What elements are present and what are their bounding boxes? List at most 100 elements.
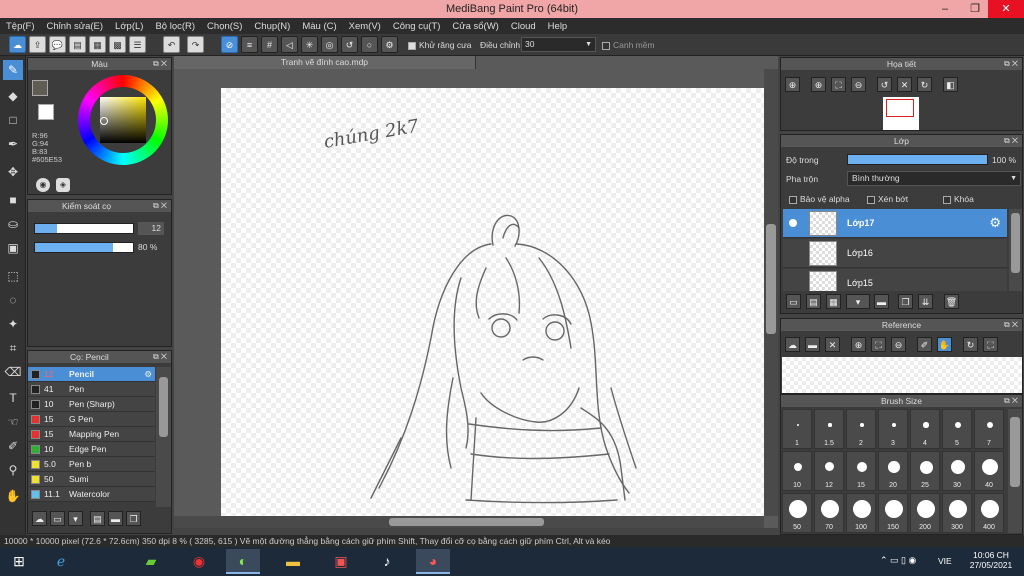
brush-size-scrollbar[interactable] [1008, 409, 1022, 533]
layer-list-scrollbar[interactable] [1009, 209, 1022, 291]
blend-mode-select[interactable]: Bình thường ▼ [847, 171, 1021, 186]
gradient-tool-icon[interactable]: ▣ [3, 238, 23, 258]
brush-opacity-slider[interactable] [34, 242, 134, 253]
brush-size-option[interactable]: 40 [974, 451, 1004, 491]
circle-snap-icon[interactable]: ◎ [321, 36, 338, 53]
close-button[interactable]: ✕ [988, 0, 1024, 18]
eyedropper-icon[interactable]: ✐ [917, 337, 932, 352]
brush-list-scrollbar[interactable] [156, 367, 171, 507]
menu-filter[interactable]: Bộ lọc(R) [155, 21, 195, 32]
rotate-reset-icon[interactable]: ✕ [897, 77, 912, 92]
medibang-taskbar-icon[interactable]: ◕ [416, 549, 450, 574]
add-brush-menu-icon[interactable]: ▾ [68, 511, 83, 526]
brush-item-g-pen[interactable]: 15 G Pen [28, 412, 155, 427]
app-icon[interactable]: ◐ [226, 549, 260, 574]
menu-snap[interactable]: Chụp(N) [254, 21, 290, 32]
bluestacks-icon[interactable]: ▰ [134, 549, 168, 574]
flip-icon[interactable]: ◧ [943, 77, 958, 92]
hue-ring[interactable] [78, 75, 168, 165]
canvas-vertical-scrollbar[interactable] [764, 69, 778, 516]
duplicate-icon[interactable]: ❐ [126, 511, 141, 526]
menu-select[interactable]: Chọn(S) [207, 21, 242, 32]
delete-layer-icon[interactable]: 🗑 [944, 294, 959, 309]
duplicate-layer-icon[interactable]: ❐ [898, 294, 913, 309]
eyedropper-icon[interactable]: ⚲ [3, 460, 23, 480]
menu-help[interactable]: Help [548, 21, 568, 32]
adjust-select[interactable]: 30 ▼ [521, 37, 596, 52]
windows-start-icon[interactable]: ⊞ [2, 549, 36, 574]
share-icon[interactable]: ⇪ [29, 36, 46, 53]
brush-size-option[interactable]: 25 [910, 451, 940, 491]
parallel-snap-icon[interactable]: ≡ [241, 36, 258, 53]
internet-explorer-icon[interactable]: ℯ [44, 549, 78, 574]
scrollbar-thumb[interactable] [159, 377, 168, 437]
brush-size-option[interactable]: 400 [974, 493, 1004, 533]
folder-icon[interactable]: ▬ [108, 511, 123, 526]
settings-gear-icon[interactable]: ⚙ [381, 36, 398, 53]
file-explorer-icon[interactable]: ▬ [276, 549, 310, 574]
rotate-icon[interactable]: ↻ [963, 337, 978, 352]
scrollbar-thumb[interactable] [389, 518, 544, 526]
brush-item-pen-sharp[interactable]: 10 Pen (Sharp) [28, 397, 155, 412]
brush-size-option[interactable]: 2 [846, 409, 876, 449]
grid-icon[interactable]: ▩ [109, 36, 126, 53]
dropper-tool-icon[interactable]: ✐ [3, 436, 23, 456]
add-layer-menu-icon[interactable]: ▾ [846, 294, 870, 309]
add-layer-icon[interactable]: ▭ [786, 294, 801, 309]
brush-size-slider[interactable] [34, 223, 134, 234]
fill-tool-icon[interactable]: ⛀ [3, 214, 23, 234]
brush-item-pencil[interactable]: 12 Pencil ⚙ [28, 367, 155, 382]
menu-color[interactable]: Màu (C) [302, 21, 336, 32]
palette-icon[interactable]: ◉ [36, 178, 50, 192]
protect-alpha-checkbox[interactable]: Bảo vệ alpha [789, 194, 850, 204]
merge-layer-icon[interactable]: ⇊ [918, 294, 933, 309]
navigator-viewport[interactable] [886, 99, 914, 117]
lock-checkbox[interactable]: Khóa [943, 194, 974, 204]
cloud-icon[interactable]: ☁ [9, 36, 26, 53]
add-halftone-layer-icon[interactable]: ▤ [806, 294, 821, 309]
menu-window[interactable]: Cửa sổ(W) [452, 21, 498, 32]
rotate-right-icon[interactable]: ↻ [917, 77, 932, 92]
layer-row[interactable]: Lớp17 ⚙ [783, 209, 1007, 238]
layer-row[interactable]: Lớp16 [783, 239, 1007, 268]
magic-wand-icon[interactable]: ✦ [3, 314, 23, 334]
menu-edit[interactable]: Chỉnh sửa(E) [47, 21, 104, 32]
brush-size-option[interactable]: 150 [878, 493, 908, 533]
brush-item-mapping-pen[interactable]: 15 Mapping Pen [28, 427, 155, 442]
cloud-download-icon[interactable]: ☁ [32, 511, 47, 526]
shape-tool-icon[interactable]: ■ [3, 190, 23, 210]
curve-snap-icon[interactable]: ↺ [341, 36, 358, 53]
brush-size-option[interactable]: 10 [782, 451, 812, 491]
brush-size-value[interactable]: 12 [138, 222, 164, 235]
panel-close-icon[interactable]: ⧉ ✕ [1004, 58, 1018, 70]
menu-cloud[interactable]: Cloud [511, 21, 536, 32]
redo-icon[interactable]: ↷ [187, 36, 204, 53]
radial-snap-icon[interactable]: ✳ [301, 36, 318, 53]
antialias-checkbox[interactable]: Khử răng cưa [408, 40, 472, 50]
close-icon[interactable]: ✕ [825, 337, 840, 352]
color-sample-icon[interactable]: ◈ [56, 178, 70, 192]
brush-size-option[interactable]: 50 [782, 493, 812, 533]
powerpoint-icon[interactable]: ▣ [324, 549, 358, 574]
color-picker-cursor[interactable] [100, 117, 108, 125]
foreground-color-swatch[interactable] [32, 80, 48, 96]
maximize-button[interactable]: ❐ [960, 0, 990, 18]
fit-icon[interactable]: ⛶ [871, 337, 886, 352]
transparent-color-swatch[interactable] [38, 104, 54, 120]
brush-item-sumi[interactable]: 50 Sumi [28, 472, 155, 487]
tiktok-icon[interactable]: ♪ [370, 549, 404, 574]
panel-close-icon[interactable]: ⧉ ✕ [153, 351, 167, 363]
language-indicator[interactable]: VIE [938, 556, 952, 566]
list-icon[interactable]: ☰ [129, 36, 146, 53]
brush-size-option[interactable]: 1 [782, 409, 812, 449]
brush-size-option[interactable]: 5 [942, 409, 972, 449]
settings-gear-icon[interactable]: ⚙ [989, 215, 1001, 231]
zoom-in-icon[interactable]: ⊕ [811, 77, 826, 92]
minimize-button[interactable]: – [930, 0, 960, 18]
menu-file[interactable]: Tệp(F) [6, 21, 35, 32]
brush-size-option[interactable]: 20 [878, 451, 908, 491]
select-eraser-icon[interactable]: ⌫ [3, 362, 23, 382]
eraser-tool-icon[interactable]: ◆ [3, 86, 23, 106]
select-rect-icon[interactable]: ⬚ [3, 266, 23, 286]
brush-item-pen[interactable]: 41 Pen [28, 382, 155, 397]
